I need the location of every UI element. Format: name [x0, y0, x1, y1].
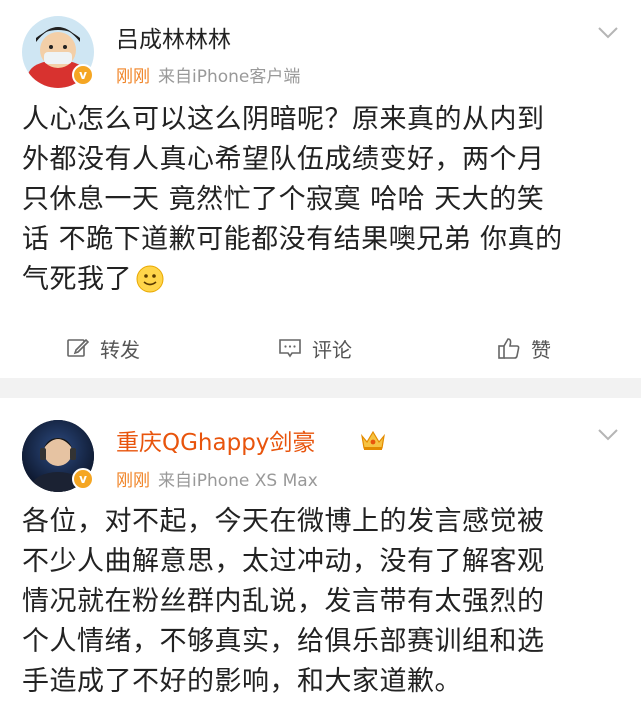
verified-badge-icon: v [72, 468, 94, 490]
smiley-emoji-icon [136, 265, 164, 293]
verified-badge-icon: v [72, 64, 94, 86]
content-line: 个人情绪，不够真实，给俱乐部赛训组和选 [22, 626, 545, 657]
content-line: 手造成了不好的影响，和大家道歉。 [22, 666, 462, 697]
content-line: 只休息一天 竟然忙了个寂寞 哈哈 天大的笑 [22, 184, 545, 215]
comment-button[interactable]: 评论 [278, 326, 352, 370]
compose-icon [67, 338, 90, 357]
chevron-down-icon[interactable] [597, 26, 619, 40]
feed-separator [0, 378, 641, 398]
content-line: 各位，对不起，今天在微博上的发言感觉被 [22, 506, 545, 537]
content-line: 人心怎么可以这么阴暗呢？原来真的从内到 [22, 104, 545, 135]
like-button[interactable]: 赞 [497, 326, 551, 370]
repost-button[interactable]: 转发 [66, 326, 140, 370]
content-line: 话 不跪下道歉可能都没有结果噢兄弟 你真的 [22, 224, 563, 255]
content-line: 情况就在粉丝群内乱说，发言带有太强烈的 [22, 586, 545, 617]
content-line-last: 气死我了 [22, 260, 622, 300]
post-time: 刚刚 [116, 471, 150, 491]
repost-label: 转发 [100, 337, 140, 362]
like-label: 赞 [531, 337, 551, 362]
post-source: 来自iPhone XS Max [158, 471, 318, 491]
username[interactable]: 吕成林林林 [116, 20, 231, 54]
thumbs-up-icon [498, 338, 520, 359]
content-line: 不少人曲解意思，太过冲动，没有了解客观 [22, 546, 545, 577]
username[interactable]: 重庆QGhappy剑豪 [116, 423, 315, 457]
comment-icon [279, 339, 301, 358]
comment-label: 评论 [312, 337, 352, 362]
content-line: 外都没有人真心希望队伍成绩变好，两个月 [22, 144, 545, 175]
action-bar: 转发 评论 赞 [0, 326, 641, 370]
post-content: 人心怎么可以这么阴暗呢？原来真的从内到 外都没有人真心希望队伍成绩变好，两个月 … [22, 100, 622, 300]
weibo-post-2: v 重庆QGhappy剑豪 刚刚 来自iPhone XS Max 各位，对不起，今… [0, 398, 641, 713]
chevron-down-icon[interactable] [597, 428, 619, 442]
post-meta: 刚刚 来自iPhone客户端 [116, 62, 300, 87]
post-time: 刚刚 [116, 67, 150, 87]
crown-icon [361, 430, 385, 450]
post-source: 来自iPhone客户端 [158, 67, 301, 87]
post-meta: 刚刚 来自iPhone XS Max [116, 466, 318, 491]
post-content: 各位，对不起，今天在微博上的发言感觉被 不少人曲解意思，太过冲动，没有了解客观 … [22, 502, 622, 702]
content-text: 气死我了 [22, 264, 132, 295]
weibo-post-1: v 吕成林林林 刚刚 来自iPhone客户端 人心怎么可以这么阴暗呢？原来真的从内… [0, 0, 641, 378]
